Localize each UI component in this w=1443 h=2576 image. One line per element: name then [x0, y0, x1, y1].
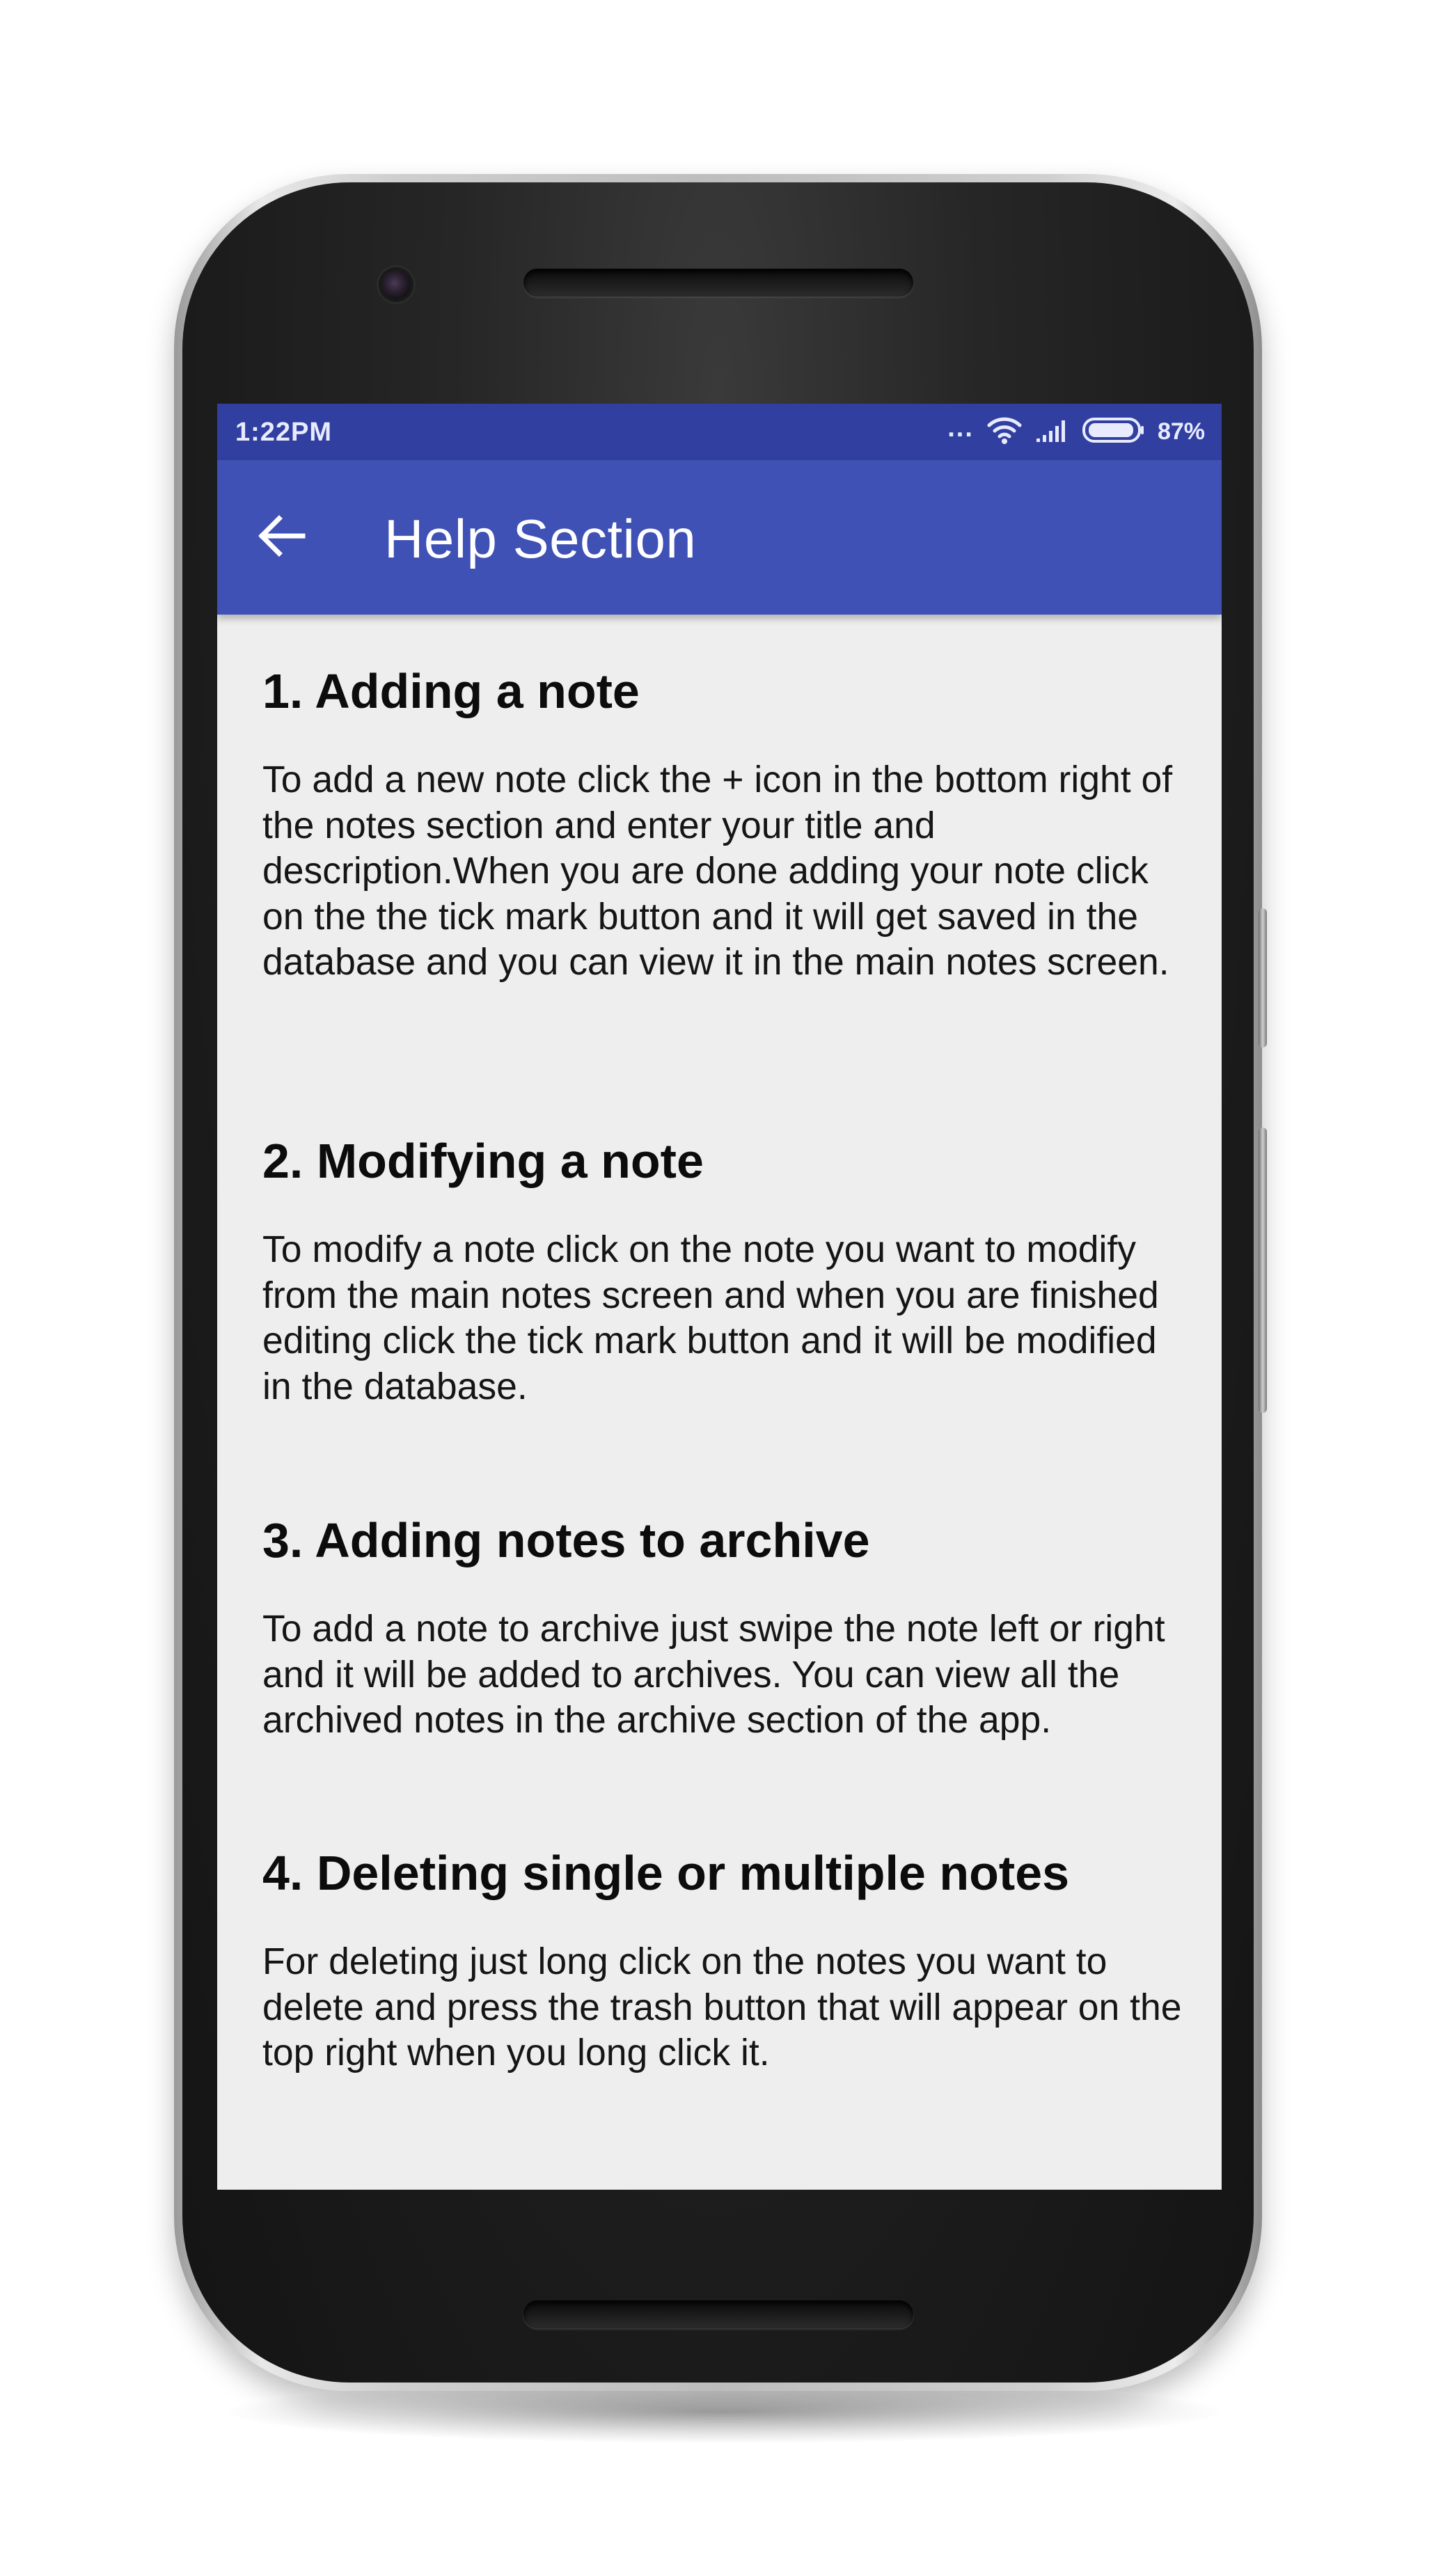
- status-dots: ...: [947, 413, 974, 443]
- help-section-archive: 3. Adding notes to archive To add a note…: [262, 1510, 1188, 1744]
- signal-icon: [1035, 418, 1070, 446]
- front-camera: [381, 270, 411, 299]
- battery-percent: 87%: [1157, 418, 1205, 445]
- page-title: Help Section: [384, 508, 697, 569]
- help-section-deleting: 4. Deleting single or multiple notes For…: [262, 1843, 1188, 2076]
- help-section-adding: 1. Adding a note To add a new note click…: [262, 661, 1188, 986]
- section-body: To add a new note click the + icon in th…: [262, 759, 1173, 983]
- status-icons: ... 87%: [947, 413, 1205, 450]
- status-time: 1:22PM: [235, 418, 333, 447]
- section-body: For deleting just long click on the note…: [262, 1941, 1182, 2073]
- back-button[interactable]: [253, 509, 309, 565]
- section-heading: 4. Deleting single or multiple notes: [262, 1846, 1070, 1900]
- battery-icon: [1082, 417, 1145, 447]
- section-heading: 1. Adding a note: [262, 664, 640, 718]
- volume-button: [1259, 1128, 1267, 1413]
- arrow-back-icon: [257, 514, 306, 561]
- bottom-speaker: [523, 2300, 913, 2328]
- status-bar: 1:22PM ... 87%: [217, 404, 1222, 460]
- app-bar: Help Section: [217, 460, 1222, 615]
- section-heading: 2. Modifying a note: [262, 1134, 704, 1188]
- section-body: To modify a note click on the note you w…: [262, 1229, 1159, 1407]
- section-heading: 3. Adding notes to archive: [262, 1513, 870, 1567]
- wifi-icon: [986, 416, 1023, 448]
- help-section-modifying: 2. Modifying a note To modify a note cli…: [262, 1131, 1188, 1409]
- section-body: To add a note to archive just swipe the …: [262, 1609, 1165, 1741]
- power-button: [1259, 908, 1267, 1048]
- top-speaker: [523, 269, 913, 297]
- mockup-stage: 1:22PM ... 87% Help Section 1. Adding a …: [0, 0, 1443, 2576]
- phone-screen: 1:22PM ... 87% Help Section 1. Adding a …: [217, 404, 1222, 2190]
